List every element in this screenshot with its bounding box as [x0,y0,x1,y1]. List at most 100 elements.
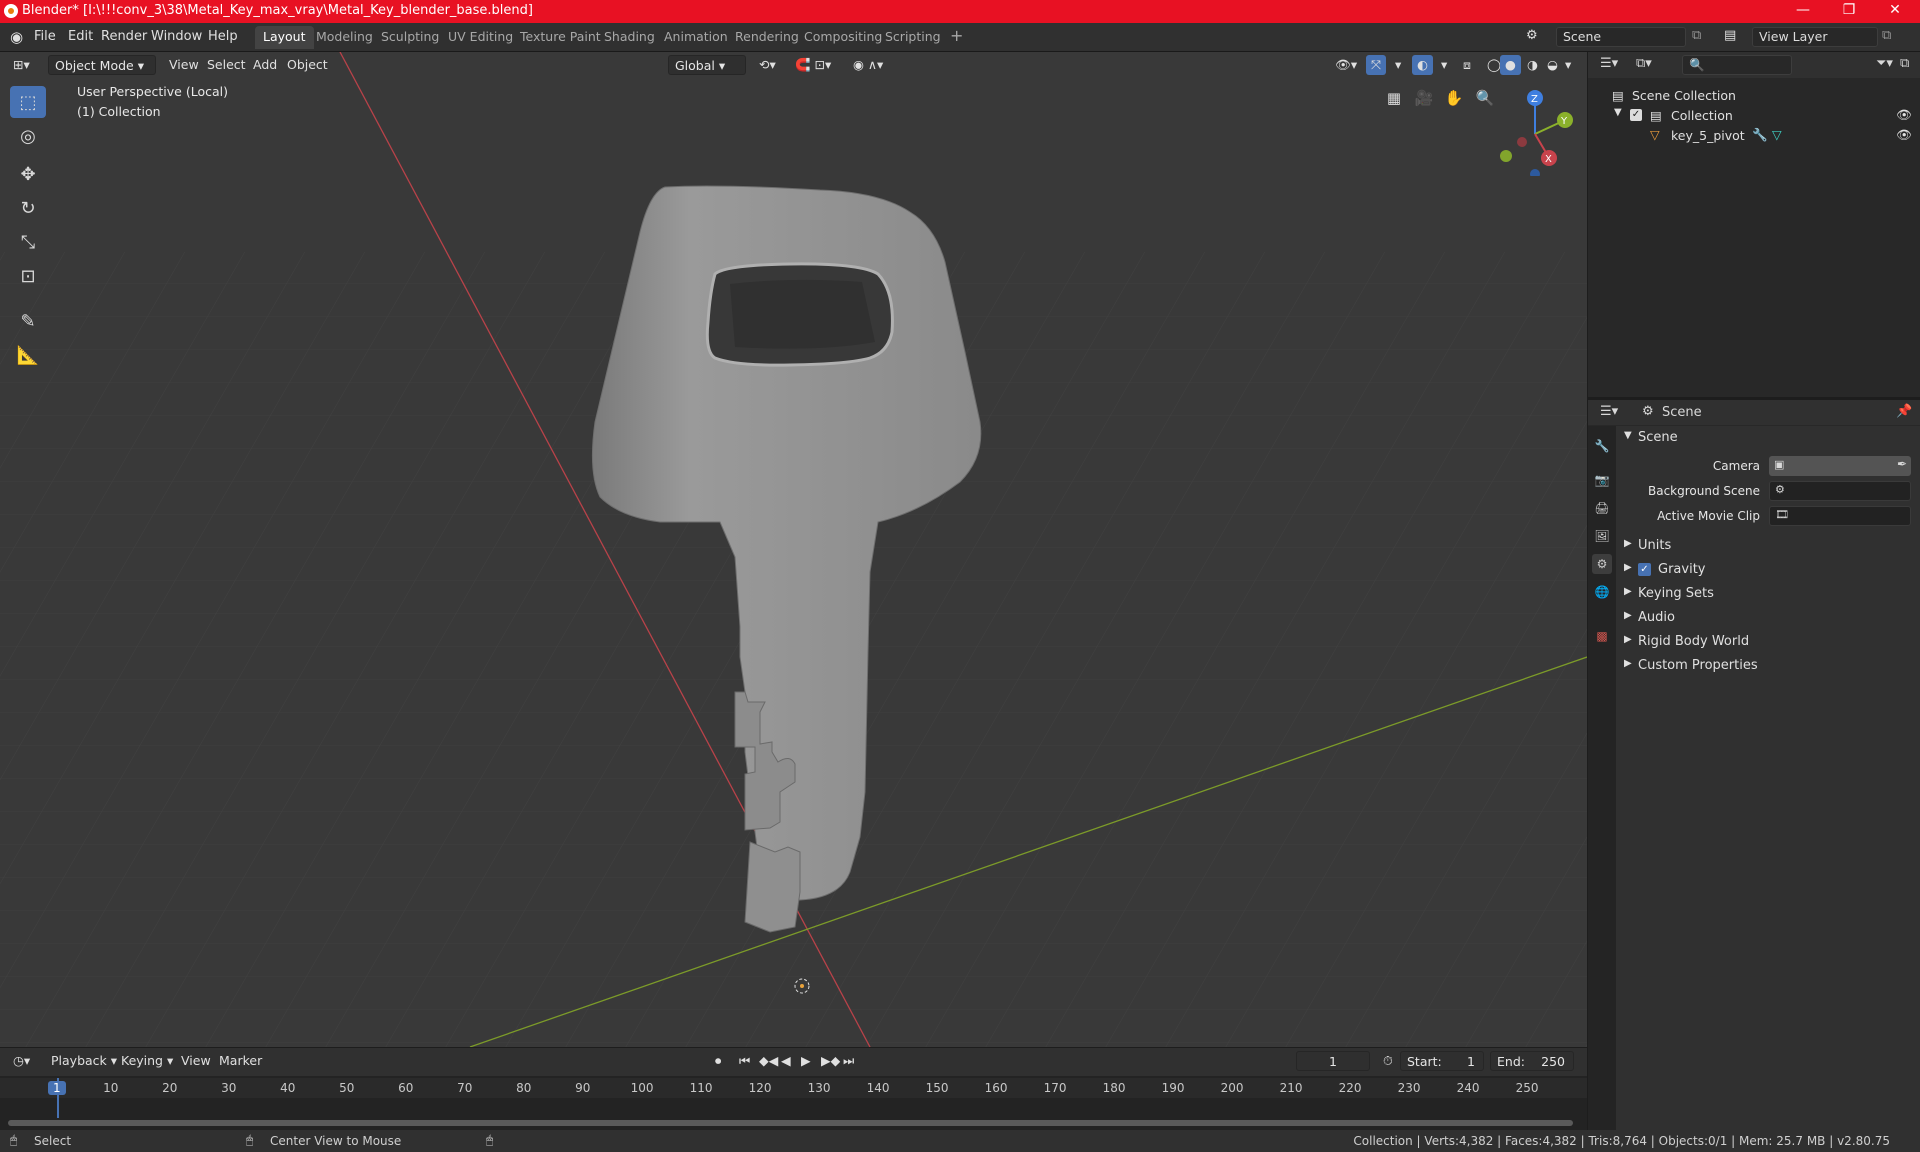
add-workspace-button[interactable]: + [942,26,971,49]
filter-icon[interactable]: ⏷▾ [1876,56,1893,71]
eyedropper-icon[interactable]: ✒ [1897,457,1907,471]
outliner-row-collection[interactable]: ▼ ✓ ▤ Collection 👁 [1588,106,1920,126]
start-frame-field[interactable]: Start: 1 [1400,1051,1484,1071]
custom-properties-panel-header[interactable]: ▶ Custom Properties [1620,656,1920,678]
play-reverse-icon[interactable]: ◀ [776,1051,796,1071]
3d-viewport[interactable]: ⬚ ◎ ✥ ↻ ⤡ ⊡ ✎ 📐 User Perspective (Local)… [0,52,1587,1047]
tab-sculpting[interactable]: Sculpting [373,26,447,49]
solid-shading-icon[interactable]: ● [1500,55,1521,75]
tab-rendering[interactable]: Rendering [727,26,807,49]
snap-icon[interactable]: 🧲 ⊡▾ [790,55,836,75]
scale-tool-icon[interactable]: ⤡ [10,226,46,258]
editor-type-icon[interactable]: ⊞▾ [8,55,35,75]
gizmo-dropdown-icon[interactable]: ▾ [1390,55,1406,75]
menu-render[interactable]: Render [101,29,147,44]
outliner-editor-type-icon[interactable]: ☰▾ [1600,56,1618,71]
scene-tab-icon[interactable]: ⚙ [1592,554,1612,574]
annotate-tool-icon[interactable]: ✎ [10,305,46,337]
transform-tool-icon[interactable]: ⊡ [10,260,46,292]
pivot-icon[interactable]: ⟲▾ [754,55,781,75]
gizmo-toggle-icon[interactable]: ⤧ [1366,55,1387,75]
keying-sets-panel-header[interactable]: ▶ Keying Sets [1620,584,1920,606]
viewlayer-selector[interactable]: View Layer [1752,27,1878,47]
view-layer-tab-icon[interactable]: 🖼 [1592,526,1612,546]
marker-menu[interactable]: Marker [214,1051,267,1071]
pin-icon[interactable]: 📌 [1896,404,1912,419]
modifier-icon[interactable]: 🔧 [1752,127,1768,143]
menu-select[interactable]: Select [202,55,251,75]
mesh-data-icon[interactable]: ▽ [1772,127,1782,142]
end-frame-field[interactable]: End: 250 [1490,1051,1574,1071]
gravity-checkbox[interactable]: ✓ [1638,563,1651,576]
object-visibility-icon[interactable]: 👁 [1896,127,1912,143]
timeline-view-menu[interactable]: View [176,1051,216,1071]
move-tool-icon[interactable]: ✥ [10,158,46,190]
measure-tool-icon[interactable]: 📐 [10,339,46,371]
menu-add[interactable]: Add [248,55,282,75]
shading-dropdown-icon[interactable]: ▾ [1560,55,1576,75]
camera-field[interactable]: ▣ ✒ [1769,456,1911,476]
texture-tab-icon[interactable]: ▩ [1592,626,1612,646]
new-collection-icon[interactable]: ⧉ [1900,56,1909,71]
mode-selector[interactable]: Object Mode ▾ [48,55,156,75]
world-tab-icon[interactable]: 🌐 [1592,582,1612,602]
overlay-dropdown-icon[interactable]: ▾ [1436,55,1452,75]
properties-editor-type-icon[interactable]: ☰▾ [1600,404,1618,419]
audio-panel-header[interactable]: ▶ Audio [1620,608,1920,630]
overlay-toggle-icon[interactable]: ◐ [1412,55,1433,75]
tab-modeling[interactable]: Modeling [308,26,381,49]
record-icon[interactable]: ⏺ [710,1051,726,1071]
jump-start-icon[interactable]: ⏮ [734,1051,755,1071]
menu-view[interactable]: View [164,55,204,75]
current-frame-field[interactable]: 1 [1296,1051,1370,1071]
collection-checkbox[interactable]: ✓ [1630,109,1642,121]
tab-uv-editing[interactable]: UV Editing [440,26,521,49]
outliner-row-scene-collection[interactable]: ▤ Scene Collection [1588,86,1920,106]
orientation-selector[interactable]: Global ▾ [668,55,746,75]
menu-file[interactable]: File [34,29,56,44]
gravity-panel-header[interactable]: ▶ ✓ Gravity [1620,560,1920,582]
rotate-tool-icon[interactable]: ↻ [10,192,46,224]
preview-range-icon[interactable]: ⏱ [1378,1051,1398,1071]
expand-arrow-icon[interactable]: ▼ [1614,107,1622,118]
timeline-editor-type-icon[interactable]: ◷▾ [8,1051,35,1071]
visibility-icon[interactable]: 👁▾ [1330,55,1362,75]
axis-gizmo[interactable]: Z Y X [1490,86,1580,176]
material-shading-icon[interactable]: ◑ [1522,55,1543,75]
outliner-row-object[interactable]: ▽ key_5_pivot 🔧 ▽ 👁 [1588,126,1920,146]
blender-menu-icon[interactable]: ◉ [10,28,23,46]
playback-menu[interactable]: Playback ▾ [46,1051,122,1071]
active-movie-clip-field[interactable]: 🎞 [1769,506,1911,526]
select-box-tool-icon[interactable]: ⬚ [10,86,46,118]
tab-scripting[interactable]: Scripting [877,26,949,49]
display-mode-icon[interactable]: ⧉▾ [1636,56,1652,71]
cursor-tool-icon[interactable]: ◎ [10,120,46,152]
tab-shading[interactable]: Shading [596,26,663,49]
collection-visibility-icon[interactable]: 👁 [1896,107,1912,123]
keying-menu[interactable]: Keying ▾ [116,1051,178,1071]
pan-hand-icon[interactable]: ✋ [1440,84,1468,112]
grid-view-icon[interactable]: ▦ [1380,84,1408,112]
tab-animation[interactable]: Animation [656,26,736,49]
tab-layout[interactable]: Layout [255,26,314,49]
scene-panel-header[interactable]: ▼ Scene [1620,428,1920,450]
viewlayer-copy-icon[interactable]: ⧉ [1882,28,1891,43]
outliner-search-input[interactable]: 🔍 [1682,55,1792,75]
proportional-edit-icon[interactable]: ◉ ∧▾ [848,55,888,75]
menu-edit[interactable]: Edit [68,29,93,44]
menu-window[interactable]: Window [151,29,202,44]
scene-selector[interactable]: Scene [1556,27,1686,47]
xray-icon[interactable]: ⧈ [1458,55,1476,75]
maximize-button[interactable]: ❐ [1826,0,1872,23]
tool-tab-icon[interactable]: 🔧 [1592,436,1612,456]
units-panel-header[interactable]: ▶ Units [1620,536,1920,558]
rigid-body-world-panel-header[interactable]: ▶ Rigid Body World [1620,632,1920,654]
tab-texture-paint[interactable]: Texture Paint [512,26,609,49]
jump-end-icon[interactable]: ⏭ [838,1051,859,1071]
scene-copy-icon[interactable]: ⧉ [1692,28,1701,43]
background-scene-field[interactable]: ⚙ [1769,481,1911,501]
camera-view-icon[interactable]: 🎥 [1410,84,1438,112]
menu-help[interactable]: Help [208,29,238,44]
close-button[interactable]: ✕ [1872,0,1918,23]
timeline-scrollbar[interactable] [8,1120,1573,1126]
